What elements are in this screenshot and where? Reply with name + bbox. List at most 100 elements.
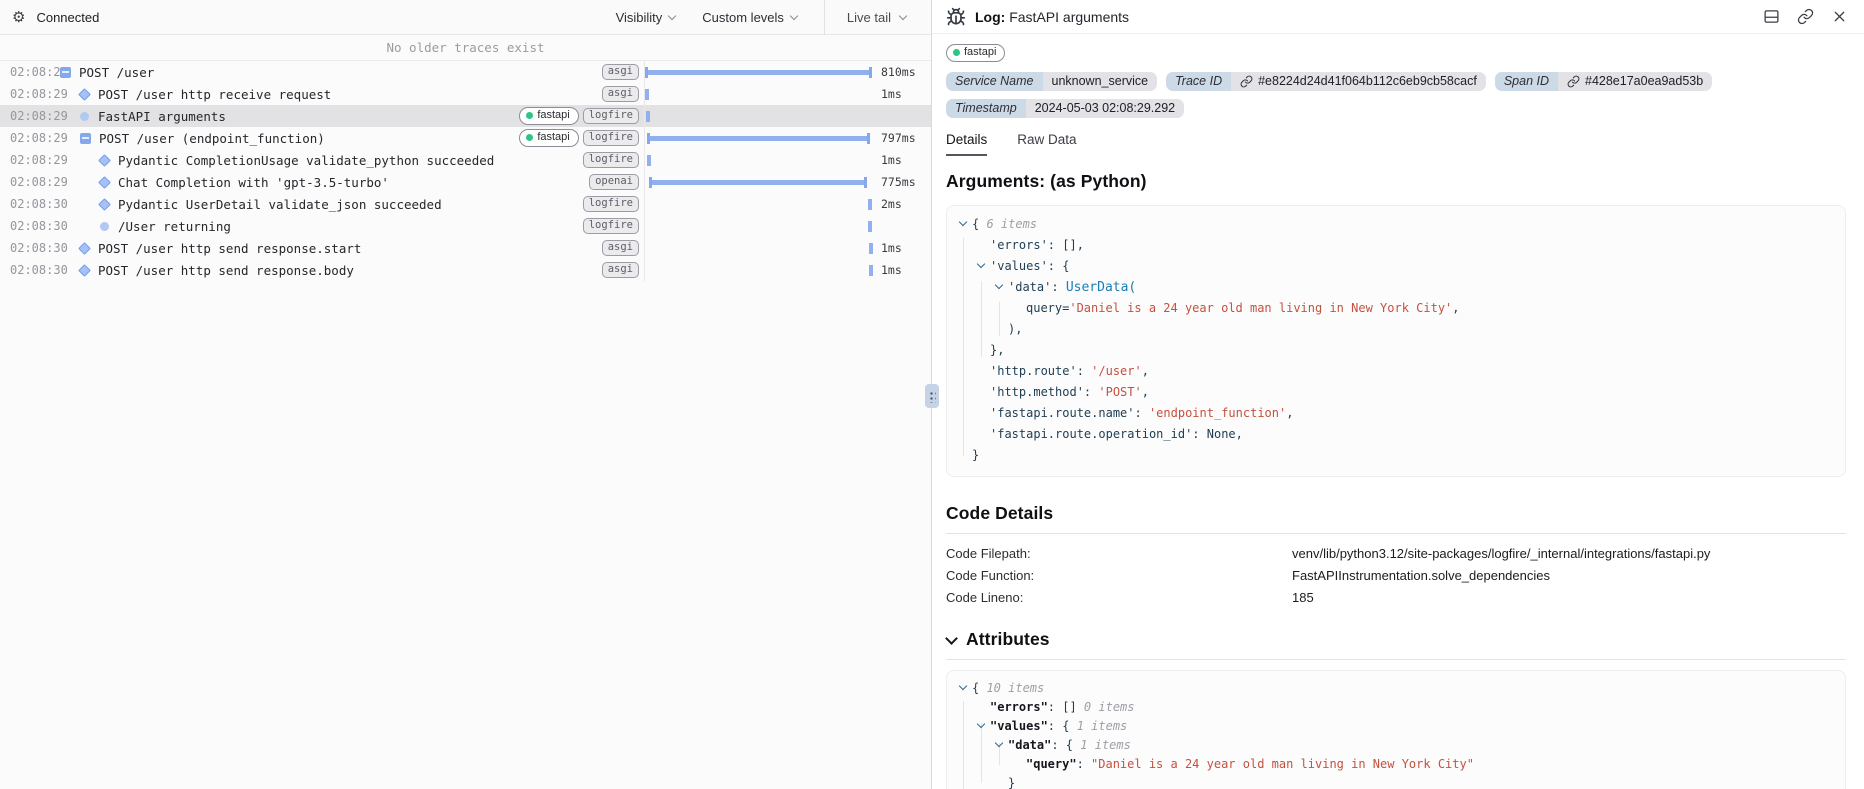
trace-row[interactable]: 02:08:30 /User returning logfire (0, 215, 931, 237)
visibility-dropdown[interactable]: Visibility (616, 10, 677, 25)
code-line: 'http.route': '/user', (959, 361, 1833, 382)
trace-row[interactable]: 02:08:29 Chat Completion with 'gpt-3.5-t… (0, 171, 931, 193)
trace-row[interactable]: 02:08:29 Pydantic CompletionUsage valida… (0, 149, 931, 171)
code-token: : (1084, 385, 1098, 399)
tab-details[interactable]: Details (946, 132, 987, 156)
code-line: 'http.method': 'POST', (959, 382, 1833, 403)
divider (946, 533, 1846, 534)
trace-id-value[interactable]: #e8224d24d41f064b112c6eb9cb58cacf (1231, 72, 1486, 91)
trace-panel: ⚙ Connected Visibility Custom levels Liv… (0, 0, 932, 789)
panel-resize-handle[interactable] (925, 384, 939, 408)
trace-name: POST /user (79, 65, 602, 80)
chevron-down-icon[interactable] (977, 260, 990, 270)
trace-duration: 2ms (873, 197, 931, 211)
live-tail-label: Live tail (847, 10, 891, 25)
trace-badges: openai (589, 174, 639, 191)
trace-row[interactable]: 02:08:29 POST /user http receive request… (0, 83, 931, 105)
trace-row[interactable]: 02:08:29 FastAPI arguments fastapilogfir… (0, 105, 931, 127)
code-token: : [] (1048, 700, 1084, 714)
service-name-chip: Service Name unknown_service (946, 72, 1157, 91)
trace-duration: 797ms (873, 131, 931, 145)
tag-row: fastapi (932, 34, 1864, 62)
trace-timestamp: 02:08:30 (0, 219, 60, 233)
logfire-badge: logfire (583, 152, 639, 169)
trace-timeline (644, 105, 873, 127)
chevron-down-icon (668, 13, 676, 21)
code-token: 1 items (1077, 719, 1128, 733)
gear-icon[interactable]: ⚙ (12, 10, 25, 25)
code-token: : (1077, 364, 1091, 378)
visibility-label: Visibility (616, 10, 663, 25)
trace-badges: logfire (583, 196, 639, 213)
divider (946, 659, 1846, 660)
trace-duration: 1ms (873, 263, 931, 277)
trace-badges: asgi (602, 64, 639, 81)
fastapi-badge: fastapi (519, 107, 578, 125)
close-icon[interactable] (1831, 8, 1848, 25)
span-diamond-icon (98, 176, 111, 189)
span-diamond-icon (78, 264, 91, 277)
app-root: ⚙ Connected Visibility Custom levels Liv… (0, 0, 1864, 789)
service-name-value: unknown_service (1043, 72, 1158, 91)
code-line: ), (959, 319, 1833, 340)
trace-duration: 1ms (873, 87, 931, 101)
trace-timestamp: 02:08:30 (0, 197, 60, 211)
trace-timeline (644, 127, 873, 149)
duration-bar (869, 243, 873, 254)
span-diamond-icon (78, 242, 91, 255)
chevron-down-icon[interactable] (995, 281, 1008, 291)
trace-row[interactable]: 02:08:30 Pydantic UserDetail validate_js… (0, 193, 931, 215)
trace-timeline (644, 193, 873, 215)
trace-timeline (644, 259, 873, 281)
trace-name: POST /user http send response.start (98, 241, 602, 256)
span-id-value[interactable]: #428e17a0ea9ad53b (1558, 72, 1712, 91)
indent-guide (999, 302, 1000, 336)
tab-raw-data[interactable]: Raw Data (1017, 132, 1076, 156)
trace-row[interactable]: 02:08:30 POST /user http send response.b… (0, 259, 931, 281)
code-line: { 10 items (959, 679, 1833, 698)
live-tail-dropdown[interactable]: Live tail (825, 0, 931, 34)
code-token: , (1142, 385, 1149, 399)
chevron-down-icon (899, 13, 907, 21)
collapse-span-icon (60, 67, 71, 78)
detail-content: Arguments: (as Python) { 6 items'errors'… (932, 156, 1864, 789)
code-detail-value: FastAPIInstrumentation.solve_dependencie… (1292, 568, 1846, 583)
chevron-down-icon[interactable] (959, 682, 972, 692)
trace-row[interactable]: 02:08:29 POST /user (endpoint_function) … (0, 127, 931, 149)
timestamp-label: Timestamp (946, 99, 1026, 118)
trace-badges: logfire (583, 152, 639, 169)
chevron-down-icon[interactable] (977, 720, 990, 730)
trace-id-chip[interactable]: Trace ID #e8224d24d41f064b112c6eb9cb58ca… (1166, 72, 1486, 91)
logfire-badge: logfire (583, 130, 639, 147)
link-icon[interactable] (1797, 8, 1814, 25)
trace-row[interactable]: 02:08:30 POST /user http send response.s… (0, 237, 931, 259)
code-token: : { (1048, 259, 1070, 273)
span-id-chip[interactable]: Span ID #428e17a0ea9ad53b (1495, 72, 1712, 91)
code-token: 'fastapi.route.operation_id' (990, 427, 1192, 441)
chevron-down-icon[interactable] (946, 634, 957, 645)
trace-list: 02:08:29 POST /user asgi 810ms 02:08:29 … (0, 61, 931, 789)
code-line: 'values': { (959, 256, 1833, 277)
custom-levels-dropdown[interactable]: Custom levels (702, 10, 798, 25)
trace-timeline (644, 83, 873, 105)
code-token: 'values' (990, 259, 1048, 273)
code-token: "values" (990, 719, 1048, 733)
attributes-heading-text: Attributes (966, 629, 1050, 650)
panel-layout-icon[interactable] (1763, 8, 1780, 25)
span-id-text: #428e17a0ea9ad53b (1585, 74, 1703, 88)
trace-id-text: #e8224d24d41f064b112c6eb9cb58cacf (1258, 74, 1477, 88)
code-line: 'fastapi.route.operation_id': None, (959, 424, 1833, 445)
asgi-badge: asgi (602, 262, 639, 279)
chevron-down-icon[interactable] (995, 739, 1008, 749)
trace-timeline (644, 171, 873, 193)
meta-section: Service Name unknown_service Trace ID #e… (932, 62, 1864, 118)
trace-duration: 1ms (873, 153, 931, 167)
trace-badges: fastapilogfire (519, 129, 639, 147)
code-detail-label: Code Function: (946, 568, 1292, 583)
code-line: } (959, 774, 1833, 789)
logfire-badge: logfire (583, 218, 639, 235)
code-token: ), (1008, 322, 1022, 336)
chevron-down-icon[interactable] (959, 218, 972, 228)
trace-row[interactable]: 02:08:29 POST /user asgi 810ms (0, 61, 931, 83)
asgi-badge: asgi (602, 86, 639, 103)
